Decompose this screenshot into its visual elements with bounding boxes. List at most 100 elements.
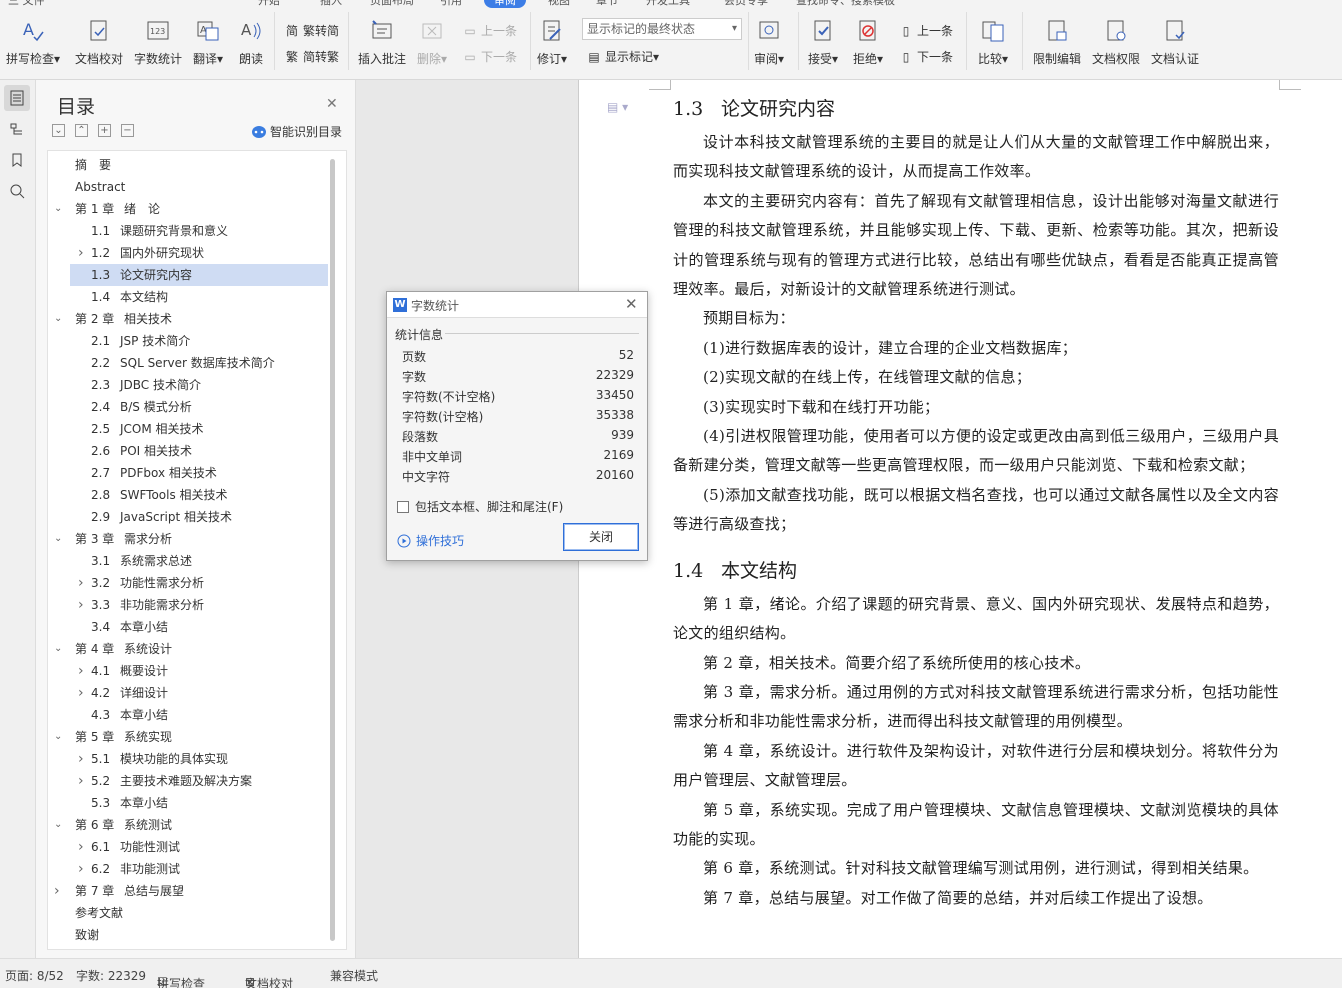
toc-item[interactable]: Abstract [64, 176, 328, 198]
tab-layout[interactable]: 页面布局 [370, 0, 414, 8]
dialog-titlebar[interactable]: W 字数统计 ✕ [387, 292, 647, 318]
chevron-right-icon[interactable]: › [78, 572, 84, 594]
toc-item[interactable]: › 4.1 概要设计 [70, 660, 328, 682]
chevron-down-icon[interactable]: ⌄ [54, 308, 62, 330]
tab-start[interactable]: 开始 [258, 0, 280, 8]
chevron-right-icon[interactable]: › [78, 770, 84, 792]
toc-item[interactable]: › 1.2 国内外研究现状 [70, 242, 328, 264]
chevron-right-icon[interactable]: › [78, 682, 84, 704]
restrict-edit-button[interactable]: 限制编辑 [1033, 18, 1081, 67]
toc-item[interactable]: › 3.2 功能性需求分析 [70, 572, 328, 594]
toc-item[interactable]: › 4.2 详细设计 [70, 682, 328, 704]
chevron-down-icon[interactable]: ⌄ [54, 726, 62, 748]
toc-item[interactable]: ⌄ 第 2 章相关技术 [54, 308, 328, 330]
toc-item[interactable]: 2.7 PDFbox 相关技术 [70, 462, 328, 484]
close-icon[interactable]: ✕ [625, 295, 638, 313]
track-changes-button[interactable]: 修订▾ [537, 18, 567, 67]
word-count-button[interactable]: 123 字数统计 [134, 18, 182, 67]
toc-item[interactable]: 3.1 系统需求总述 [70, 550, 328, 572]
include-textbox-checkbox[interactable]: 包括文本框、脚注和尾注(F) [397, 498, 563, 515]
paragraph-handle-icon[interactable]: ▤ ▾ [607, 100, 628, 114]
page-indicator[interactable]: 页面: 8/52 [5, 967, 64, 984]
toc-item[interactable]: 2.6 POI 相关技术 [70, 440, 328, 462]
checkbox-box[interactable] [397, 500, 409, 513]
show-markup-button[interactable]: ▤ 显示标记 ▾ [586, 48, 659, 65]
accept-button[interactable]: 接受▾ [808, 18, 838, 67]
toc-item[interactable]: ⌄ 第 1 章绪 论 [54, 198, 328, 220]
prev-change-button[interactable]: ▯ 上一条 [898, 22, 953, 39]
chevron-right-icon[interactable]: › [78, 242, 84, 264]
tab-view[interactable]: 视图 [548, 0, 570, 8]
read-aloud-button[interactable]: A 朗读 [238, 18, 264, 67]
toc-item[interactable]: 2.1 JSP 技术简介 [70, 330, 328, 352]
next-change-button[interactable]: ▯ 下一条 [898, 48, 953, 65]
add-heading-icon[interactable]: + [98, 124, 111, 137]
chevron-down-icon[interactable]: ⌄ [54, 528, 62, 550]
remove-heading-icon[interactable]: − [121, 124, 134, 137]
toc-item[interactable]: 参考文献 [64, 902, 328, 924]
tab-file[interactable]: 三 文件 [8, 0, 45, 8]
tips-link[interactable]: 操作技巧 [397, 532, 464, 549]
compare-button[interactable]: 比较▾ [978, 18, 1008, 67]
delete-comment-button[interactable]: 删除▾ [417, 18, 447, 67]
toc-item[interactable]: ⌄ 第 3 章需求分析 [54, 528, 328, 550]
toc-item[interactable]: › 5.1 模块功能的具体实现 [70, 748, 328, 770]
chevron-right-icon[interactable]: › [78, 594, 84, 616]
doc-auth-button[interactable]: 文档认证 [1151, 18, 1199, 67]
search-icon[interactable] [4, 178, 30, 204]
expand-all-icon[interactable]: ⌃ [75, 124, 88, 137]
insert-comment-button[interactable]: 插入批注 [358, 18, 406, 67]
review-button[interactable]: 审阅▾ [754, 18, 784, 67]
toc-item[interactable]: 1.1 课题研究背景和意义 [70, 220, 328, 242]
document-page[interactable]: ▤ ▾ 1.3 论文研究内容 设计本科技文献管理系统的主要目的就是让人们从大量的文… [578, 80, 1342, 958]
tab-insert[interactable]: 插入 [320, 0, 342, 8]
toc-item[interactable]: 3.4 本章小结 [70, 616, 328, 638]
reject-button[interactable]: 拒绝▾ [853, 18, 883, 67]
smart-toc-button[interactable]: 智能识别目录 [251, 123, 342, 140]
toc-item[interactable]: 1.3 论文研究内容 [70, 264, 328, 286]
toc-panel-icon[interactable] [4, 85, 30, 111]
tab-member[interactable]: 会员专享 [724, 0, 768, 8]
translate-button[interactable]: A 翻译▾ [193, 18, 223, 67]
toc-item[interactable]: 摘 要 [64, 154, 328, 176]
chevron-down-icon[interactable]: ⌄ [54, 198, 62, 220]
toc-item[interactable]: 致谢 [64, 924, 328, 946]
toc-item[interactable]: 2.8 SWFTools 相关技术 [70, 484, 328, 506]
toc-item[interactable]: › 6.1 功能性测试 [70, 836, 328, 858]
next-comment-button[interactable]: ▭ 下一条 [462, 48, 517, 65]
toc-item[interactable]: 5.3 本章小结 [70, 792, 328, 814]
toc-item[interactable]: 2.2 SQL Server 数据库技术简介 [70, 352, 328, 374]
close-icon[interactable]: ✕ [326, 96, 338, 112]
trad-to-simp-button[interactable]: 简繁转简 [284, 22, 339, 39]
markup-mode-select[interactable]: 显示标记的最终状态 [582, 18, 742, 40]
toc-item[interactable]: › 5.2 主要技术难题及解决方案 [70, 770, 328, 792]
doc-proof-button[interactable]: 文档校对 [75, 18, 123, 67]
tab-dev[interactable]: 开发工具 [646, 0, 690, 8]
bookmark-icon[interactable] [4, 147, 30, 173]
chevron-down-icon[interactable]: ⌄ [54, 638, 62, 660]
prev-comment-button[interactable]: ▭ 上一条 [462, 22, 517, 39]
toc-item[interactable]: 1.4 本文结构 [70, 286, 328, 308]
toc-item[interactable]: 2.4 B/S 模式分析 [70, 396, 328, 418]
tab-review[interactable]: 审阅 [484, 0, 526, 8]
chevron-right-icon[interactable]: › [78, 660, 84, 682]
spell-check-button[interactable]: A 拼写检查▾ [6, 18, 60, 67]
simp-to-trad-button[interactable]: 繁简转繁 [284, 48, 339, 65]
toc-item[interactable]: ⌄ 第 5 章系统实现 [54, 726, 328, 748]
toc-item[interactable]: 2.9 JavaScript 相关技术 [70, 506, 328, 528]
chevron-right-icon[interactable]: › [54, 880, 60, 902]
collapse-all-icon[interactable]: ⌄ [52, 124, 65, 137]
toc-item[interactable]: › 3.3 非功能需求分析 [70, 594, 328, 616]
nav-pane-icon[interactable] [4, 116, 30, 142]
toc-item[interactable]: › 第 7 章总结与展望 [54, 880, 328, 902]
tab-section[interactable]: 章节 [596, 0, 618, 8]
chevron-right-icon[interactable]: › [78, 858, 84, 880]
toc-item[interactable]: ⌄ 第 4 章系统设计 [54, 638, 328, 660]
toc-item[interactable]: 2.3 JDBC 技术简介 [70, 374, 328, 396]
close-button[interactable]: 关闭 [563, 523, 639, 551]
toc-item[interactable]: ⌄ 第 6 章系统测试 [54, 814, 328, 836]
word-count-indicator[interactable]: 字数: 22329 [76, 967, 146, 984]
tab-ref[interactable]: 引用 [440, 0, 462, 8]
tab-search[interactable]: 查找命令、搜索模板 [796, 0, 895, 8]
doc-permission-button[interactable]: 文档权限 [1092, 18, 1140, 67]
